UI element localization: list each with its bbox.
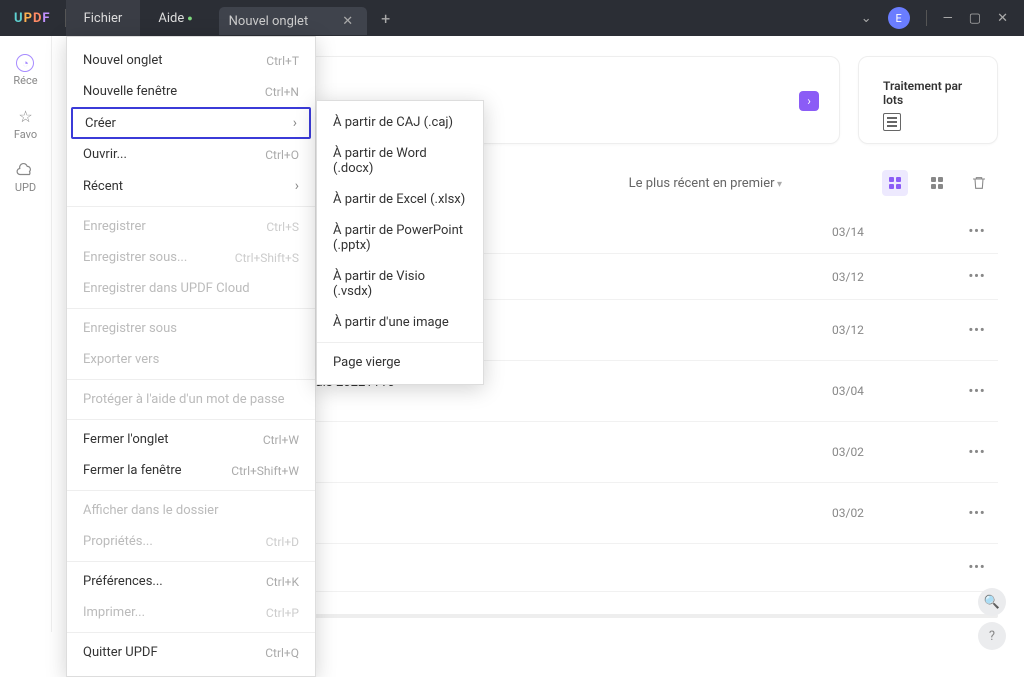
batch-card[interactable]: Traitement par lots <box>858 56 998 144</box>
file-date: 03/14 <box>832 225 962 239</box>
tab-label: Nouvel onglet <box>229 14 309 29</box>
view-grid-icon[interactable] <box>924 170 950 196</box>
create-submenu: À partir de CAJ (.caj)À partir de Word (… <box>316 100 484 385</box>
batch-icon <box>883 113 901 131</box>
more-icon[interactable]: ••• <box>962 384 992 399</box>
more-icon[interactable]: ••• <box>962 506 992 521</box>
menu-item[interactable]: Nouvelle fenêtreCtrl+N <box>67 76 315 107</box>
menu-item[interactable]: Récent› <box>67 170 315 202</box>
menu-item: Exporter vers <box>67 344 315 375</box>
menu-item: Afficher dans le dossier <box>67 495 315 526</box>
menu-item[interactable]: Fermer l'ongletCtrl+W <box>67 424 315 455</box>
file-date: 03/12 <box>832 270 962 284</box>
close-icon[interactable]: ✕ <box>997 11 1008 26</box>
submenu-item[interactable]: À partir de Excel (.xlsx) <box>317 184 483 215</box>
submenu-item[interactable]: À partir de CAJ (.caj) <box>317 107 483 138</box>
menu-item[interactable]: Ouvrir...Ctrl+O <box>67 139 315 170</box>
submenu-item[interactable]: Page vierge <box>317 347 483 378</box>
menu-help[interactable]: Aide● <box>140 0 210 36</box>
file-date: 03/12 <box>832 323 962 337</box>
help-float-button[interactable]: ? <box>978 622 1006 650</box>
maximize-icon[interactable]: ▢ <box>969 11 981 26</box>
menu-file[interactable]: Fichier <box>66 0 141 36</box>
more-icon[interactable]: ••• <box>962 224 992 239</box>
trash-icon[interactable] <box>966 170 992 196</box>
menu-item: Enregistrer dans UPDF Cloud <box>67 273 315 304</box>
menu-item: Protéger à l'aide d'un mot de passe <box>67 384 315 415</box>
menu-item[interactable]: Quitter UPDFCtrl+Q <box>67 637 315 668</box>
menu-item[interactable]: Préférences...Ctrl+K <box>67 566 315 597</box>
new-tab-button[interactable]: + <box>367 9 404 28</box>
menu-item: Enregistrer sous...Ctrl+Shift+S <box>67 242 315 273</box>
cloud-icon <box>16 161 34 179</box>
chevron-down-icon[interactable]: ⌄ <box>861 11 872 26</box>
submenu-item[interactable]: À partir de Visio (.vsdx) <box>317 261 483 307</box>
chevron-right-icon: › <box>293 115 297 131</box>
more-icon[interactable]: ••• <box>962 560 992 575</box>
menu-item: Imprimer...Ctrl+P <box>67 597 315 628</box>
view-list-icon[interactable] <box>882 170 908 196</box>
sidebar-item-cloud[interactable]: UPD <box>15 161 36 194</box>
file-menu-dropdown: Nouvel ongletCtrl+TNouvelle fenêtreCtrl+… <box>66 36 316 677</box>
menu-item: EnregistrerCtrl+S <box>67 211 315 242</box>
minimize-icon[interactable]: — <box>943 11 953 26</box>
file-date: 03/04 <box>832 384 962 398</box>
batch-title: Traitement par lots <box>883 79 973 107</box>
menu-item: Enregistrer sous <box>67 313 315 344</box>
file-date: 03/02 <box>832 445 962 459</box>
tab-new[interactable]: Nouvel onglet ✕ <box>219 7 367 35</box>
search-float-button[interactable]: 🔍 <box>978 588 1006 616</box>
chevron-right-icon: › <box>295 178 299 194</box>
menu-item[interactable]: Nouvel ongletCtrl+T <box>67 45 315 76</box>
open-arrow-icon[interactable]: › <box>799 91 819 111</box>
sidebar: ◔ Réce ☆ Favo UPD <box>0 36 52 632</box>
menu-item[interactable]: Fermer la fenêtreCtrl+Shift+W <box>67 455 315 486</box>
logo: UPDF <box>0 11 65 26</box>
titlebar: UPDF Fichier Aide● Nouvel onglet ✕ + ⌄ E… <box>0 0 1024 36</box>
sidebar-item-favorites[interactable]: ☆ Favo <box>14 107 37 141</box>
submenu-item[interactable]: À partir de Word (.docx) <box>317 138 483 184</box>
star-icon: ☆ <box>18 107 32 126</box>
menu-item: Propriétés...Ctrl+D <box>67 526 315 557</box>
sort-dropdown[interactable]: Le plus récent en premier <box>629 176 782 191</box>
more-icon[interactable]: ••• <box>962 445 992 460</box>
menu-item[interactable]: Créer› <box>71 107 311 139</box>
clock-icon: ◔ <box>16 54 34 72</box>
sidebar-item-recent[interactable]: ◔ Réce <box>13 54 37 87</box>
avatar[interactable]: E <box>888 7 910 29</box>
submenu-item[interactable]: À partir de PowerPoint (.pptx) <box>317 215 483 261</box>
more-icon[interactable]: ••• <box>962 323 992 338</box>
file-date: 03/02 <box>832 506 962 520</box>
close-tab-icon[interactable]: ✕ <box>338 14 357 29</box>
more-icon[interactable]: ••• <box>962 269 992 284</box>
submenu-item[interactable]: À partir d'une image <box>317 307 483 338</box>
